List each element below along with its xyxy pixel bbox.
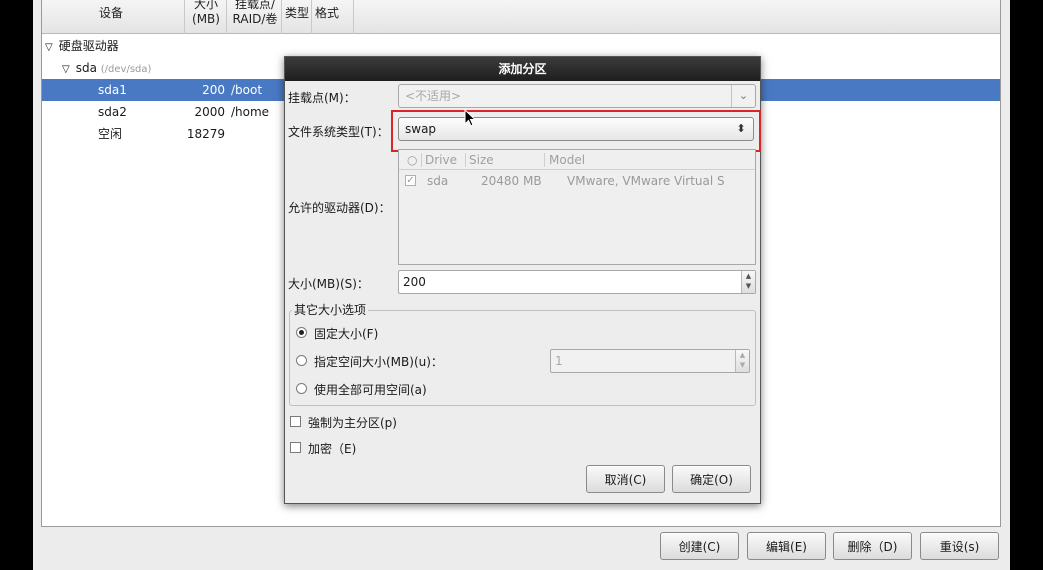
- fill-to-radio[interactable]: [296, 355, 307, 366]
- expand-triangle-icon[interactable]: ▽: [45, 37, 53, 59]
- other-size-legend: 其它大小选项: [292, 301, 369, 318]
- column-mount[interactable]: 挂载点/RAID/卷: [227, 0, 282, 34]
- allowed-drives-label: 允许的驱动器(D)：: [288, 201, 391, 215]
- edit-button[interactable]: 编辑(E): [747, 532, 826, 560]
- ok-button[interactable]: 确定(O): [672, 465, 751, 493]
- spinner-arrows-icon[interactable]: ▲ ▼: [741, 271, 755, 293]
- checkbox-icon[interactable]: ✓: [405, 175, 416, 186]
- bottom-button-bar: 创建(C) 编辑(E) 删除（D) 重设(s): [33, 527, 1010, 570]
- fill-all-radio[interactable]: [296, 383, 307, 394]
- spinner-arrows-icon[interactable]: ▲ ▼: [735, 350, 749, 372]
- radio-column-icon: ○: [407, 153, 418, 167]
- allowed-drives-list[interactable]: ○ Drive Size Model ✓ sda 20480 MB VMware…: [398, 149, 756, 265]
- tree-row-group[interactable]: ▽ 硬盘驱动器: [42, 35, 1000, 57]
- column-type[interactable]: 类型: [282, 0, 312, 34]
- list-item[interactable]: ✓ sda 20480 MB VMware, VMware Virtual S: [399, 170, 755, 190]
- create-button[interactable]: 创建(C): [660, 532, 739, 560]
- force-primary-checkbox[interactable]: [290, 416, 301, 427]
- mouse-cursor-icon: [464, 109, 476, 127]
- encrypt-checkbox[interactable]: [290, 442, 301, 453]
- size-label: 大小(MB)(S)：: [288, 277, 369, 291]
- fixed-size-radio[interactable]: [296, 327, 307, 338]
- fs-type-label: 文件系统类型(T)：: [288, 125, 389, 139]
- add-partition-dialog: 添加分区 挂载点(M)： <不适用> ⌄ 文件系统类型(T)： swap ⬍ 允…: [284, 56, 761, 504]
- cancel-button[interactable]: 取消(C): [586, 465, 665, 493]
- fs-type-combo[interactable]: swap ⬍: [398, 117, 754, 141]
- drives-header: ○ Drive Size Model: [399, 150, 755, 170]
- column-device[interactable]: 设备: [42, 0, 185, 34]
- mount-point-label: 挂载点(M)：: [288, 91, 356, 105]
- chevron-down-icon: ⌄: [731, 85, 755, 107]
- dialog-title: 添加分区: [285, 57, 760, 81]
- fill-to-spinner[interactable]: 1 ▲ ▼: [550, 349, 750, 373]
- updown-arrow-icon: ⬍: [736, 122, 746, 135]
- installer-screen: 设备 大小 (MB) 挂载点/RAID/卷 类型 格式 ▽ 硬盘驱动器 ▽ sda (…: [33, 0, 1010, 570]
- delete-button[interactable]: 删除（D): [833, 532, 912, 560]
- expand-triangle-icon[interactable]: ▽: [62, 59, 70, 81]
- size-spinner[interactable]: 200 ▲ ▼: [398, 270, 756, 294]
- column-size[interactable]: 大小 (MB): [185, 0, 227, 34]
- mount-point-combo[interactable]: <不适用> ⌄: [398, 84, 756, 108]
- tree-header: 设备 大小 (MB) 挂载点/RAID/卷 类型 格式: [42, 0, 1000, 34]
- reset-button[interactable]: 重设(s): [920, 532, 999, 560]
- column-format[interactable]: 格式: [312, 0, 354, 34]
